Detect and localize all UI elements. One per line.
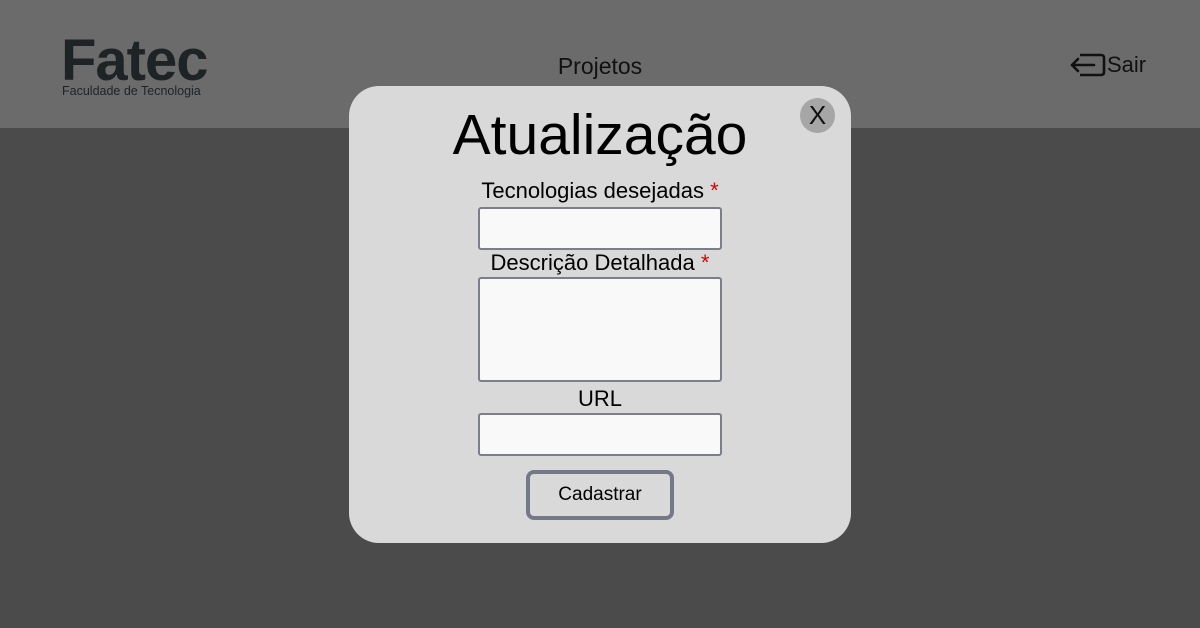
- update-modal: Atualização X Tecnologias desejadas * De…: [349, 86, 851, 543]
- descricao-label: Descrição Detalhada *: [349, 250, 851, 276]
- tecnologias-input[interactable]: [478, 207, 722, 250]
- required-mark: *: [700, 250, 710, 275]
- descricao-textarea[interactable]: [478, 277, 722, 382]
- nav-projetos-link[interactable]: Projetos: [500, 52, 700, 80]
- tecnologias-label: Tecnologias desejadas *: [349, 178, 851, 204]
- logout-icon: [1070, 53, 1106, 77]
- logout-label: Sair: [1107, 52, 1147, 77]
- descricao-label-text: Descrição Detalhada: [490, 250, 695, 275]
- modal-title: Atualização: [452, 103, 748, 167]
- fatec-logo[interactable]: Fatec Faculdade de Tecnologia: [61, 30, 221, 102]
- tecnologias-label-text: Tecnologias desejadas: [481, 178, 704, 203]
- required-mark: *: [710, 178, 719, 203]
- logo-tagline: Faculdade de Tecnologia: [62, 84, 201, 98]
- url-input[interactable]: [478, 413, 722, 456]
- url-label: URL: [349, 386, 851, 412]
- logout-button[interactable]: Sair: [1068, 50, 1146, 80]
- logo-wordmark: Fatec: [61, 28, 209, 93]
- cadastrar-button[interactable]: Cadastrar: [526, 470, 674, 520]
- close-button[interactable]: X: [800, 98, 835, 133]
- url-label-text: URL: [577, 386, 622, 411]
